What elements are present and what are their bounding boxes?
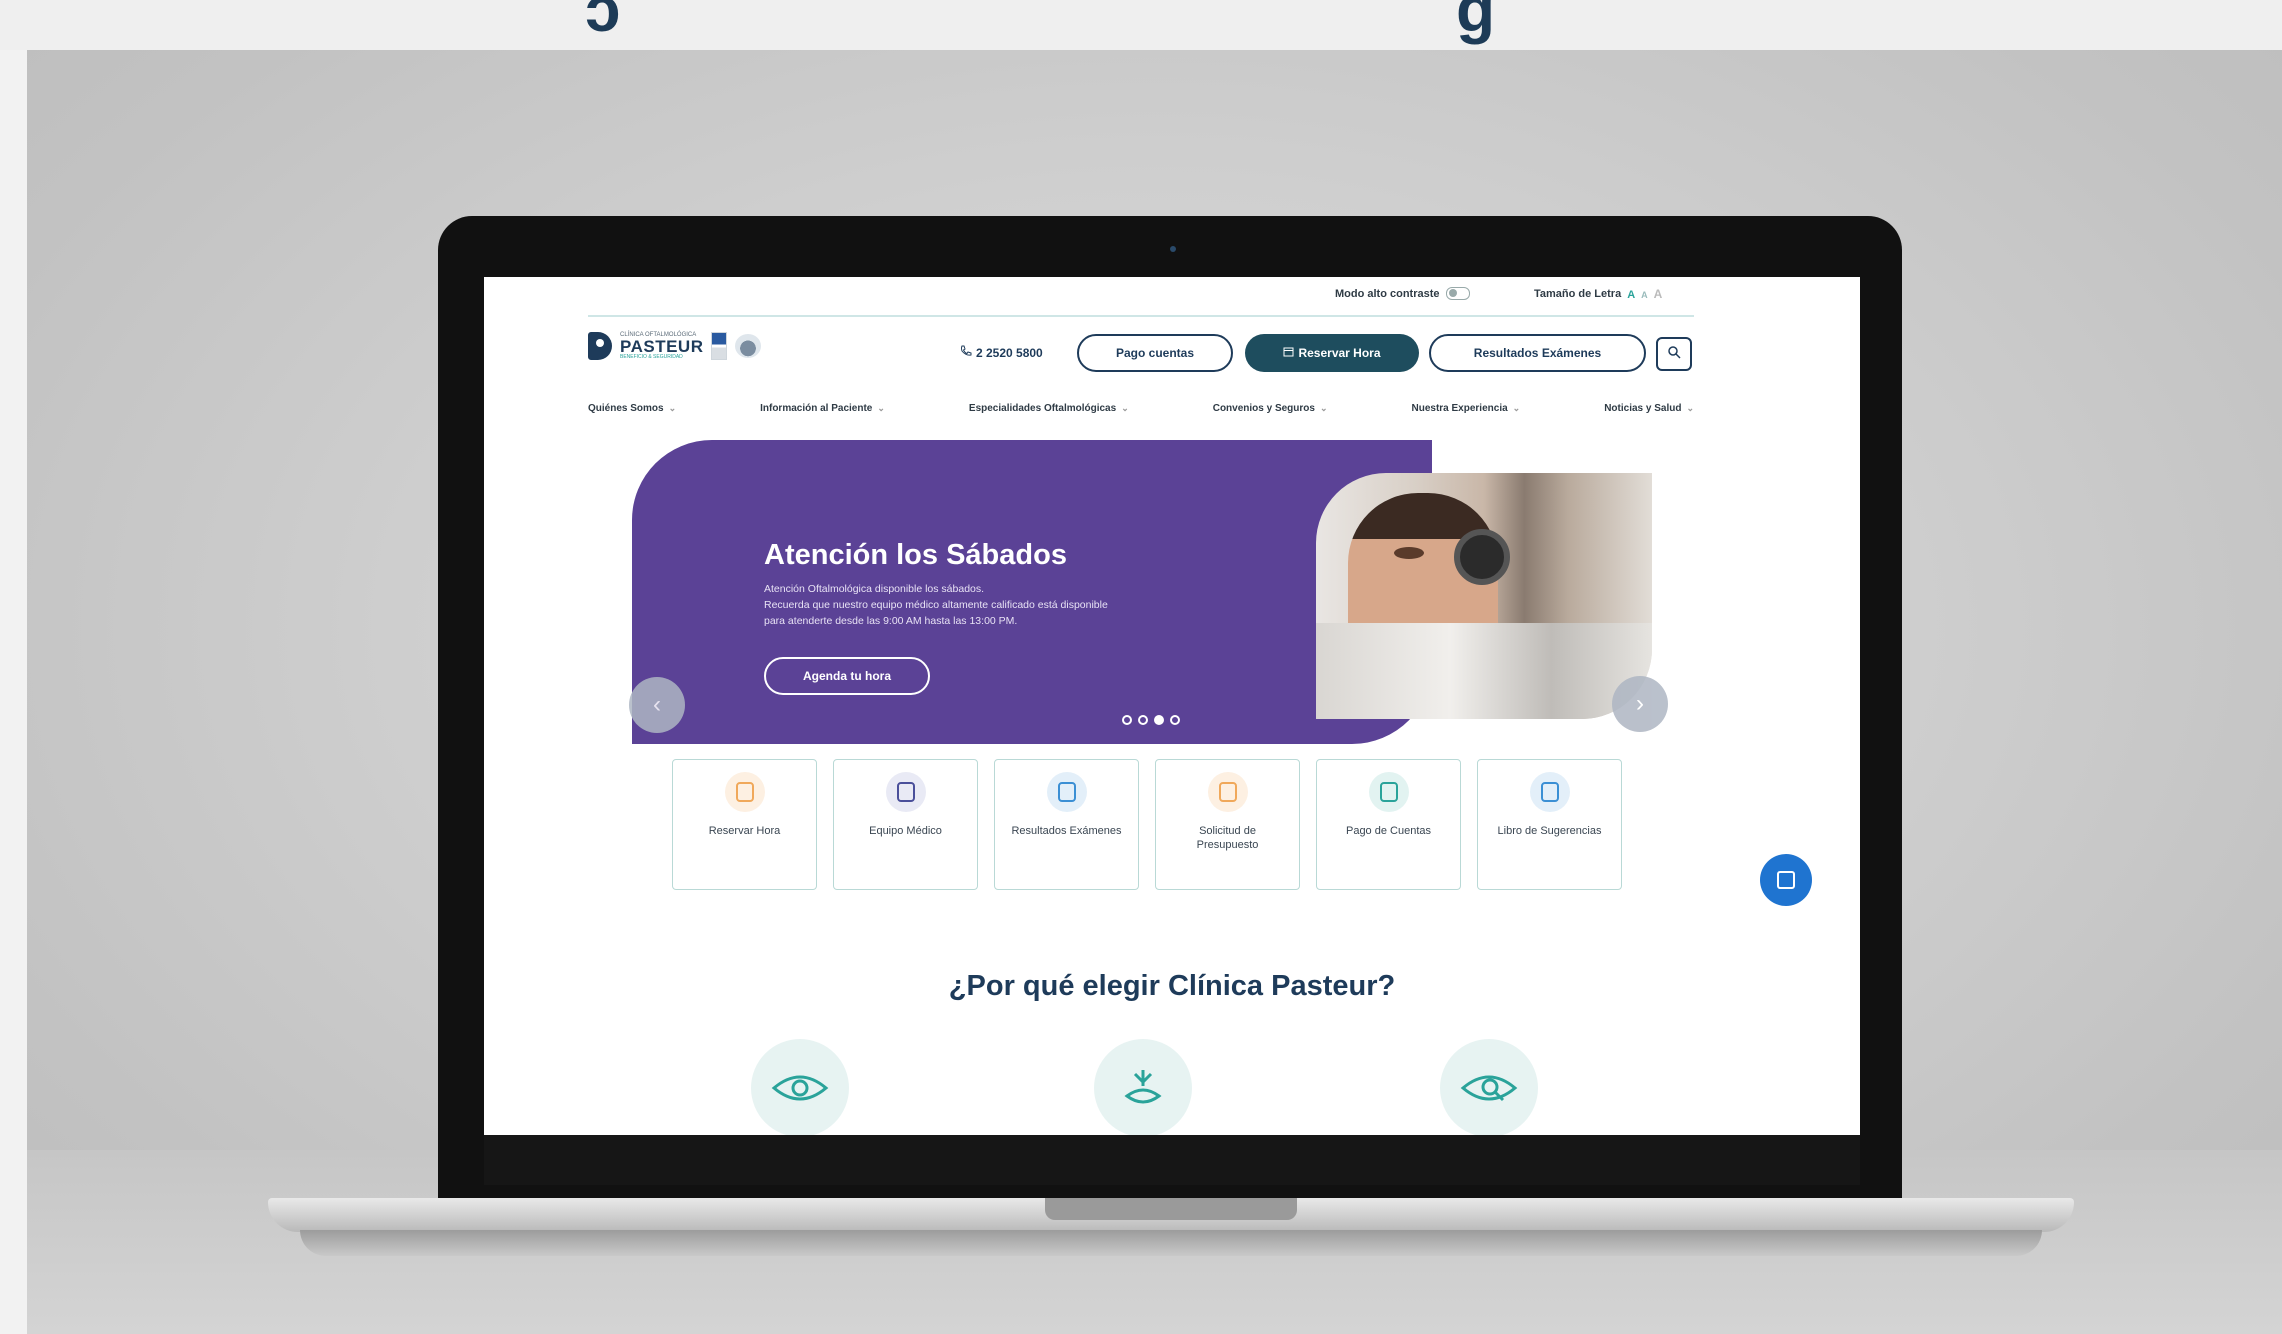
logo-p-icon xyxy=(588,332,612,360)
feature-eye-surgery-icon xyxy=(1094,1039,1192,1135)
carousel-dot[interactable] xyxy=(1138,715,1148,725)
laptop-base-lip xyxy=(300,1230,2042,1256)
search-button[interactable] xyxy=(1656,337,1692,371)
phone-number: 2 2520 5800 xyxy=(976,345,1043,360)
header-divider xyxy=(588,315,1694,317)
nav-label: Noticias y Salud xyxy=(1604,403,1682,414)
hero-photo-eye-exam xyxy=(1316,473,1652,719)
hero-description: Atención Oftalmológica disponible los sá… xyxy=(764,581,1284,629)
feature-eye-search-icon xyxy=(1440,1039,1538,1135)
chat-icon xyxy=(1777,871,1795,889)
clipboard-check-icon xyxy=(1529,772,1570,812)
nav-label: Convenios y Seguros xyxy=(1212,403,1315,414)
toggle-switch[interactable] xyxy=(1445,287,1470,300)
slit-lamp-eyepiece xyxy=(1454,529,1510,585)
chevron-down-icon: ⌄ xyxy=(1319,403,1328,413)
contrast-label: Modo alto contraste xyxy=(1335,287,1440,300)
font-size-large[interactable]: A xyxy=(1654,287,1663,301)
feature-eye-icon xyxy=(751,1039,849,1135)
quick-link-presupuesto[interactable]: Solicitud de Presupuesto xyxy=(1155,759,1300,890)
chevron-down-icon: ⌄ xyxy=(1121,403,1129,413)
phone-link[interactable]: 2 2520 5800 xyxy=(960,345,1043,360)
hero-line: Atención Oftalmológica disponible los sá… xyxy=(764,583,985,595)
nav-label: Especialidades Oftalmológicas xyxy=(968,403,1117,414)
carousel-dot[interactable] xyxy=(1170,715,1180,725)
contrast-toggle[interactable]: Modo alto contraste xyxy=(1335,287,1470,300)
nav-item-informacion-paciente[interactable]: Información al Paciente ⌄ xyxy=(760,403,885,414)
chevron-left-icon: ‹ xyxy=(653,691,661,718)
nav-label: Nuestra Experiencia xyxy=(1411,403,1508,414)
search-icon xyxy=(1667,345,1681,364)
reserve-appointment-button[interactable]: Reservar Hora xyxy=(1245,334,1419,372)
nav-item-noticias[interactable]: Noticias y Salud ⌄ xyxy=(1604,403,1694,414)
floating-chat-button[interactable] xyxy=(1760,854,1812,906)
hero-line: para atenderte desde las 9:00 AM hasta l… xyxy=(764,615,1018,627)
quick-links: Reservar Hora Equipo Médico Resultados E… xyxy=(672,759,1622,890)
quick-link-equipo-medico[interactable]: Equipo Médico xyxy=(833,759,978,890)
quick-link-label: Resultados Exámenes xyxy=(1011,825,1122,837)
quick-link-label: Equipo Médico xyxy=(869,825,942,837)
schedule-appointment-button[interactable]: Agenda tu hora xyxy=(764,657,930,695)
pay-bills-button[interactable]: Pago cuentas xyxy=(1077,334,1233,372)
font-size-small[interactable]: A xyxy=(1641,290,1648,300)
phone-icon xyxy=(960,345,972,360)
clinic-logo[interactable]: CLÍNICA OFTALMOLÓGICA PASTEUR BENEFICIO … xyxy=(588,332,762,360)
main-nav: Quiénes Somos ⌄ Información al Paciente ⌄ … xyxy=(588,403,1694,414)
carousel-dot[interactable] xyxy=(1122,715,1132,725)
nav-item-experiencia[interactable]: Nuestra Experiencia ⌄ xyxy=(1412,403,1521,414)
accreditation-badge-icon xyxy=(711,332,728,360)
website-screen: Modo alto contraste Tamaño de Letra A A … xyxy=(484,277,1860,1135)
font-size-normal[interactable]: A xyxy=(1627,289,1635,301)
reserve-label: Reservar Hora xyxy=(1298,346,1381,360)
bank-icon xyxy=(1368,772,1409,812)
why-choose-heading: ¿Por qué elegir Clínica Pasteur? xyxy=(948,970,1396,1002)
font-size-control: Tamaño de Letra A A A xyxy=(1534,287,1662,301)
hero-title: Atención los Sábados xyxy=(764,539,1067,571)
slit-lamp-machine xyxy=(1316,623,1652,719)
nav-item-convenios[interactable]: Convenios y Seguros ⌄ xyxy=(1213,403,1328,414)
carousel-dots xyxy=(1122,715,1180,725)
quick-link-pago-cuentas[interactable]: Pago de Cuentas xyxy=(1316,759,1461,890)
chevron-down-icon: ⌄ xyxy=(668,403,677,413)
nav-item-quienes-somos[interactable]: Quiénes Somos ⌄ xyxy=(588,403,676,414)
quick-link-label: Libro de Sugerencias xyxy=(1497,825,1602,837)
cropped-glyph: ɔ xyxy=(585,0,621,45)
logo-sub-text: BENEFICIO & SEGURIDAD xyxy=(620,354,683,360)
chevron-down-icon: ⌄ xyxy=(1686,403,1694,413)
quick-link-sugerencias[interactable]: Libro de Sugerencias xyxy=(1477,759,1622,890)
nav-label: Información al Paciente xyxy=(760,403,873,414)
calendar-icon xyxy=(1283,346,1294,360)
documents-icon xyxy=(1046,772,1087,812)
certification-seal-icon xyxy=(735,334,762,358)
quick-link-label: Pago de Cuentas xyxy=(1345,825,1431,837)
laptop-notch xyxy=(1045,1198,1297,1220)
cropped-glyph: ɡ xyxy=(1456,0,1496,45)
quick-link-resultados[interactable]: Resultados Exámenes xyxy=(994,759,1139,890)
quick-link-label: Reservar Hora xyxy=(708,825,781,837)
nav-item-especialidades[interactable]: Especialidades Oftalmológicas ⌄ xyxy=(969,403,1129,414)
laptop-bezel xyxy=(484,1135,1860,1185)
calendar-icon xyxy=(724,772,765,812)
carousel-prev-button[interactable]: ‹ xyxy=(629,677,685,733)
laptop-camera xyxy=(1170,246,1176,252)
chevron-down-icon: ⌄ xyxy=(877,403,885,413)
exam-results-button[interactable]: Resultados Exámenes xyxy=(1429,334,1646,372)
nav-label: Quiénes Somos xyxy=(588,403,664,414)
clipboard-icon xyxy=(885,772,926,812)
logo-name: PASTEUR xyxy=(620,337,704,356)
chevron-down-icon: ⌄ xyxy=(1512,403,1521,413)
quick-link-reservar-hora[interactable]: Reservar Hora xyxy=(672,759,817,890)
patient-eye xyxy=(1394,547,1424,559)
top-cropped-heading: ɔ ɡ xyxy=(0,0,2282,50)
carousel-next-button[interactable]: › xyxy=(1612,676,1668,732)
calculator-icon xyxy=(1207,772,1248,812)
quick-link-label: Solicitud de Presupuesto xyxy=(1196,825,1259,851)
carousel-dot-active[interactable] xyxy=(1154,715,1164,725)
hero-line: Recuerda que nuestro equipo médico altam… xyxy=(764,599,1108,611)
font-size-label: Tamaño de Letra xyxy=(1534,288,1622,300)
chevron-right-icon: › xyxy=(1636,690,1644,717)
